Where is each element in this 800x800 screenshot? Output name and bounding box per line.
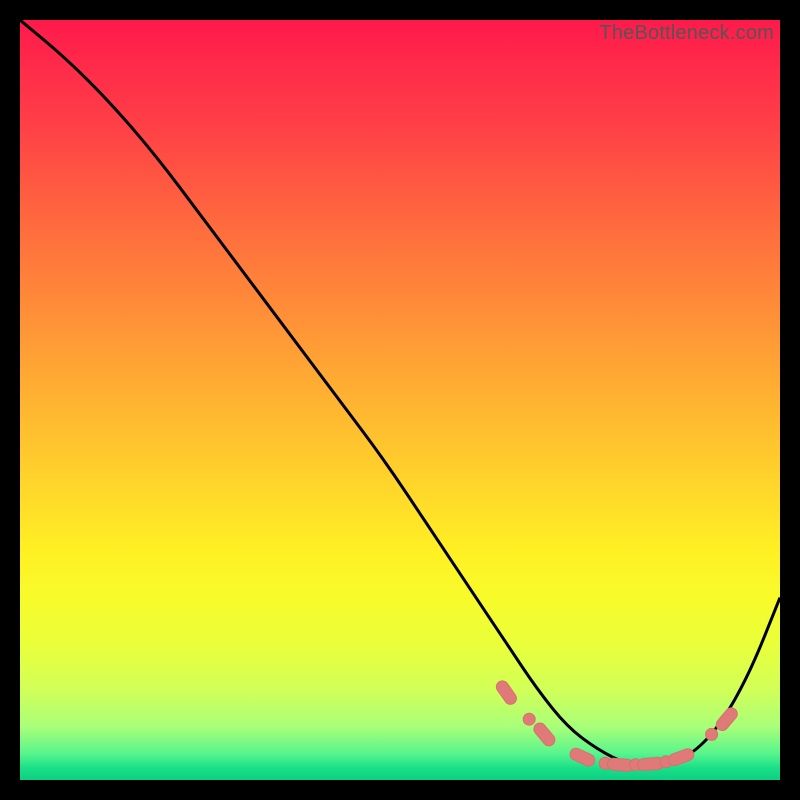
chart-frame: TheBottleneck.com	[0, 0, 800, 800]
marker-capsule	[667, 747, 696, 767]
marker-dot	[706, 728, 718, 740]
marker-capsule	[568, 746, 597, 768]
marker-capsule	[531, 721, 557, 749]
curve-layer	[20, 20, 780, 780]
bottleneck-curve-path	[20, 20, 780, 765]
plot-area: TheBottleneck.com	[20, 20, 780, 780]
marker-capsule	[714, 705, 740, 733]
marker-capsule	[494, 679, 519, 707]
marker-dot	[523, 713, 535, 725]
